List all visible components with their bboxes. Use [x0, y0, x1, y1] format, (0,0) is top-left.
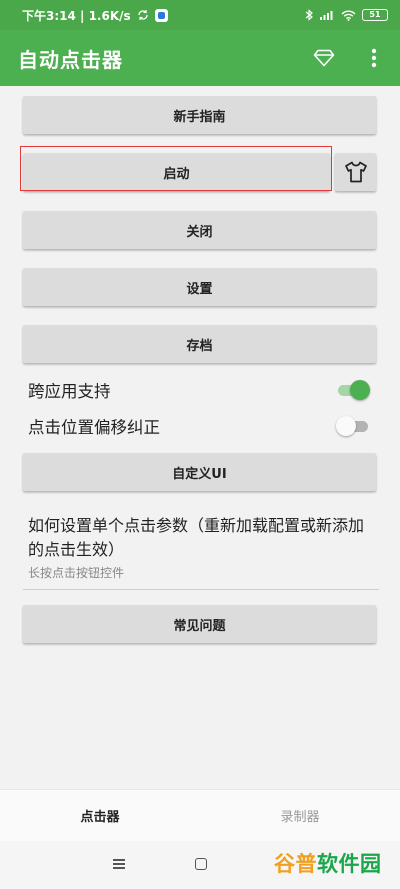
sync-icon [138, 10, 148, 20]
diamond-icon [313, 49, 335, 67]
start-button[interactable]: 启动 [23, 153, 330, 191]
guide-button[interactable]: 新手指南 [23, 96, 376, 134]
menu-icon[interactable] [113, 859, 125, 869]
tab-clicker[interactable]: 点击器 [0, 790, 200, 841]
settings-button[interactable]: 设置 [23, 268, 376, 306]
more-vert-icon [371, 48, 377, 68]
divider [23, 589, 379, 590]
switch-label-cross-app: 跨应用支持 [28, 382, 111, 401]
switch-row-offset-correction: 点击位置偏移纠正 [28, 411, 370, 441]
status-bar: 下午3:14 | 1.6K/s 51 [0, 0, 400, 30]
diamond-button[interactable] [312, 46, 336, 70]
app-title: 自动点击器 [18, 47, 123, 72]
watermark-part2: 软件园 [317, 852, 382, 876]
help-title: 如何设置单个点击参数（重新加载配置或新添加的点击生效） [28, 516, 365, 559]
offset-correction-switch[interactable] [336, 415, 370, 437]
close-button[interactable]: 关闭 [23, 211, 376, 249]
app-actions [312, 46, 386, 70]
help-subtitle: 长按点击按钮控件 [28, 566, 125, 580]
bluetooth-icon [305, 9, 313, 21]
overflow-menu-button[interactable] [362, 46, 386, 70]
archive-button[interactable]: 存档 [23, 325, 376, 363]
wifi-icon [341, 10, 356, 21]
watermark-logo: 谷普软件园 [274, 848, 382, 878]
cross-app-switch[interactable] [336, 379, 370, 401]
status-time-speed: 下午3:14 | 1.6K/s [22, 8, 131, 23]
tshirt-icon [344, 161, 367, 183]
switch-thumb [336, 416, 356, 436]
switch-thumb [350, 380, 370, 400]
custom-ui-button[interactable]: 自定义UI [23, 453, 376, 491]
switch-row-cross-app: 跨应用支持 [28, 375, 370, 405]
faq-button[interactable]: 常见问题 [23, 605, 376, 643]
battery-indicator: 51 [362, 9, 388, 21]
signal-icon [320, 10, 333, 20]
status-right: 51 [305, 9, 388, 21]
status-left: 下午3:14 | 1.6K/s [22, 7, 168, 24]
watermark-part1: 谷普 [274, 852, 317, 876]
app-notification-icon [154, 8, 168, 22]
tab-recorder[interactable]: 录制器 [200, 790, 400, 841]
home-icon[interactable] [195, 858, 207, 870]
switch-label-offset-correction: 点击位置偏移纠正 [28, 418, 160, 437]
click-params-help[interactable]: 如何设置单个点击参数（重新加载配置或新添加的点击生效） 长按点击按钮控件 [28, 514, 378, 581]
theme-button[interactable] [335, 153, 376, 191]
bottom-nav: 点击器 录制器 [0, 789, 400, 841]
app-bar: 自动点击器 [0, 30, 400, 86]
